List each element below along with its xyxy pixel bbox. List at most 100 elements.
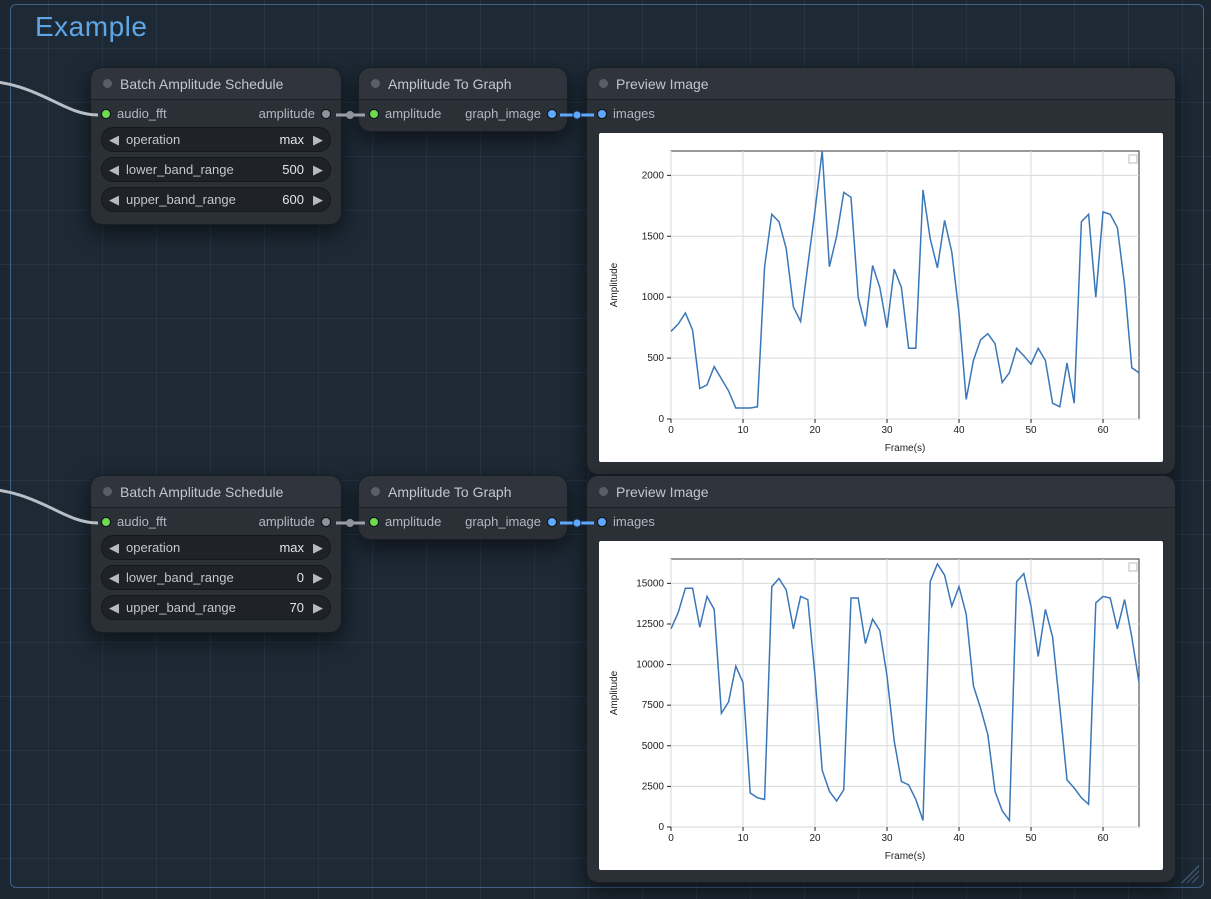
svg-text:12500: 12500 [636, 619, 664, 630]
param-value: 0 [291, 570, 310, 585]
collapse-dot-icon[interactable] [599, 487, 608, 496]
param-value: max [273, 540, 310, 555]
param-value: max [273, 132, 310, 147]
input-port-images[interactable]: images [597, 514, 655, 529]
port-dot-icon [369, 109, 379, 119]
chevron-left-icon[interactable]: ◀ [106, 570, 122, 586]
svg-text:0: 0 [668, 833, 674, 844]
param-operation[interactable]: ◀ operation max ▶ [101, 535, 331, 560]
svg-text:1000: 1000 [642, 292, 665, 303]
chevron-left-icon[interactable]: ◀ [106, 132, 122, 148]
svg-text:10: 10 [737, 425, 749, 436]
chevron-right-icon[interactable]: ▶ [310, 132, 326, 148]
chevron-right-icon[interactable]: ▶ [310, 162, 326, 178]
svg-text:40: 40 [953, 425, 965, 436]
port-label: graph_image [465, 106, 541, 121]
output-port-graph-image[interactable]: graph_image [465, 106, 557, 121]
node-title: Preview Image [616, 76, 709, 92]
svg-text:15000: 15000 [636, 578, 664, 589]
param-lower-band-range[interactable]: ◀ lower_band_range 500 ▶ [101, 157, 331, 182]
chevron-right-icon[interactable]: ▶ [310, 570, 326, 586]
node-batch-amplitude-schedule[interactable]: Batch Amplitude Schedule audio_fft ampli… [90, 475, 342, 633]
collapse-dot-icon[interactable] [371, 79, 380, 88]
node-batch-amplitude-schedule[interactable]: Batch Amplitude Schedule audio_fft ampli… [90, 67, 342, 225]
input-port-images[interactable]: images [597, 106, 655, 121]
port-label: amplitude [259, 514, 315, 529]
svg-text:30: 30 [881, 425, 893, 436]
input-port-amplitude[interactable]: amplitude [369, 106, 441, 121]
port-label: images [613, 106, 655, 121]
param-name: lower_band_range [122, 162, 276, 177]
svg-text:500: 500 [647, 353, 664, 364]
node-header[interactable]: Batch Amplitude Schedule [91, 68, 341, 100]
svg-text:7500: 7500 [642, 700, 665, 711]
port-label: amplitude [259, 106, 315, 121]
param-name: operation [122, 540, 273, 555]
chevron-right-icon[interactable]: ▶ [310, 600, 326, 616]
node-preview-image[interactable]: Preview Image images 0102030405060050010… [586, 67, 1176, 475]
svg-text:10000: 10000 [636, 660, 664, 671]
input-port-audio-fft[interactable]: audio_fft [101, 106, 167, 121]
svg-text:0: 0 [658, 822, 664, 833]
chevron-right-icon[interactable]: ▶ [310, 540, 326, 556]
node-title: Amplitude To Graph [388, 484, 511, 500]
node-header[interactable]: Preview Image [587, 68, 1175, 100]
port-dot-icon [101, 109, 111, 119]
resize-handle-icon[interactable] [1181, 865, 1199, 883]
group-title[interactable]: Example [35, 11, 147, 43]
chevron-right-icon[interactable]: ▶ [310, 192, 326, 208]
node-header[interactable]: Preview Image [587, 476, 1175, 508]
chevron-left-icon[interactable]: ◀ [106, 162, 122, 178]
svg-text:Frame(s): Frame(s) [885, 443, 926, 454]
port-dot-icon [101, 517, 111, 527]
port-label: graph_image [465, 514, 541, 529]
svg-text:5000: 5000 [642, 741, 665, 752]
port-dot-icon [597, 109, 607, 119]
param-name: operation [122, 132, 273, 147]
chart-amplitude: 0102030405060025005000750010000125001500… [599, 541, 1159, 867]
chevron-left-icon[interactable]: ◀ [106, 192, 122, 208]
param-upper-band-range[interactable]: ◀ upper_band_range 70 ▶ [101, 595, 331, 620]
port-dot-icon [369, 517, 379, 527]
port-dot-icon [321, 517, 331, 527]
svg-text:0: 0 [658, 414, 664, 425]
input-port-audio-fft[interactable]: audio_fft [101, 514, 167, 529]
port-label: audio_fft [117, 106, 167, 121]
param-name: upper_band_range [122, 192, 276, 207]
output-port-amplitude[interactable]: amplitude [259, 514, 331, 529]
node-header[interactable]: Batch Amplitude Schedule [91, 476, 341, 508]
chevron-left-icon[interactable]: ◀ [106, 540, 122, 556]
param-value: 600 [276, 192, 310, 207]
port-dot-icon [547, 517, 557, 527]
port-label: amplitude [385, 106, 441, 121]
output-port-amplitude[interactable]: amplitude [259, 106, 331, 121]
node-header[interactable]: Amplitude To Graph [359, 476, 567, 508]
svg-text:0: 0 [668, 425, 674, 436]
input-port-amplitude[interactable]: amplitude [369, 514, 441, 529]
svg-text:1500: 1500 [642, 231, 665, 242]
chevron-left-icon[interactable]: ◀ [106, 600, 122, 616]
collapse-dot-icon[interactable] [103, 79, 112, 88]
node-title: Batch Amplitude Schedule [120, 76, 283, 92]
param-upper-band-range[interactable]: ◀ upper_band_range 600 ▶ [101, 187, 331, 212]
param-value: 70 [284, 600, 310, 615]
collapse-dot-icon[interactable] [103, 487, 112, 496]
port-label: amplitude [385, 514, 441, 529]
node-amplitude-to-graph[interactable]: Amplitude To Graph amplitude graph_image [358, 475, 568, 540]
node-preview-image[interactable]: Preview Image images 0102030405060025005… [586, 475, 1176, 883]
collapse-dot-icon[interactable] [599, 79, 608, 88]
node-amplitude-to-graph[interactable]: Amplitude To Graph amplitude graph_image [358, 67, 568, 132]
svg-text:40: 40 [953, 833, 965, 844]
svg-text:20: 20 [809, 833, 821, 844]
chart-amplitude: 01020304050600500100015002000Frame(s)Amp… [599, 133, 1159, 459]
port-label: audio_fft [117, 514, 167, 529]
output-port-graph-image[interactable]: graph_image [465, 514, 557, 529]
port-dot-icon [321, 109, 331, 119]
param-value: 500 [276, 162, 310, 177]
collapse-dot-icon[interactable] [371, 487, 380, 496]
svg-text:30: 30 [881, 833, 893, 844]
svg-text:Amplitude: Amplitude [609, 670, 620, 715]
param-operation[interactable]: ◀ operation max ▶ [101, 127, 331, 152]
param-lower-band-range[interactable]: ◀ lower_band_range 0 ▶ [101, 565, 331, 590]
node-header[interactable]: Amplitude To Graph [359, 68, 567, 100]
